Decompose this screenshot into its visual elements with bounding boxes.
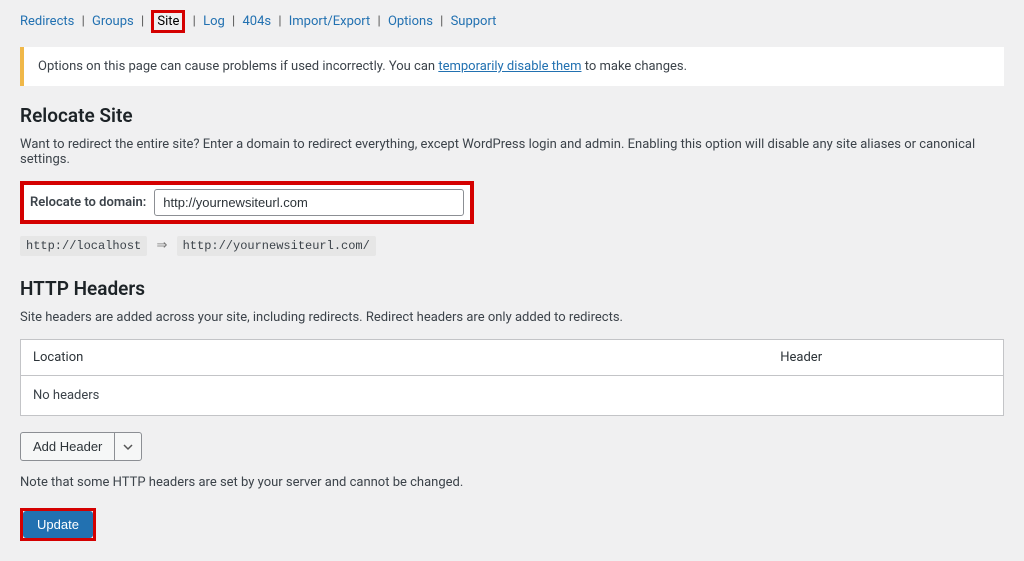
headers-heading: HTTP Headers	[20, 277, 1004, 300]
tab-groups[interactable]: Groups	[92, 14, 134, 29]
arrow-icon: ⇒	[156, 238, 167, 253]
relocate-domain-input[interactable]	[154, 189, 464, 216]
warning-notice: Options on this page can cause problems …	[20, 47, 1004, 86]
relocate-label: Relocate to domain:	[30, 195, 146, 210]
col-header: Header	[780, 350, 991, 365]
tab-site-highlight: Site	[151, 10, 185, 33]
tab-options[interactable]: Options	[388, 14, 433, 29]
headers-note: Note that some HTTP headers are set by y…	[20, 475, 1004, 490]
tab-redirects[interactable]: Redirects	[20, 14, 74, 29]
notice-link[interactable]: temporarily disable them	[438, 59, 581, 74]
relocate-description: Want to redirect the entire site? Enter …	[20, 137, 1004, 167]
headers-description: Site headers are added across your site,…	[20, 310, 1004, 325]
add-header-dropdown[interactable]: Add Header	[20, 432, 142, 461]
update-highlight-box: Update	[20, 508, 96, 541]
notice-prefix: Options on this page can cause problems …	[38, 59, 438, 74]
tab-bar: Redirects | Groups | Site | Log | 404s |…	[20, 10, 1004, 33]
notice-suffix: to make changes.	[581, 59, 687, 74]
tab-log[interactable]: Log	[203, 14, 225, 29]
add-header-button[interactable]: Add Header	[21, 433, 114, 460]
tab-404s[interactable]: 404s	[242, 14, 271, 29]
chevron-down-icon[interactable]	[114, 433, 141, 460]
headers-table: Location Header No headers	[20, 339, 1004, 416]
tab-support[interactable]: Support	[451, 14, 497, 29]
relocate-example: http://localhost ⇒ http://yournewsiteurl…	[20, 238, 1004, 253]
table-empty-row: No headers	[21, 376, 1003, 415]
example-from: http://localhost	[20, 236, 147, 256]
tab-import-export[interactable]: Import/Export	[289, 14, 371, 29]
tab-site[interactable]: Site	[157, 14, 179, 29]
col-location: Location	[33, 350, 780, 365]
update-button[interactable]: Update	[23, 511, 93, 538]
relocate-highlight-box: Relocate to domain:	[20, 181, 474, 224]
relocate-heading: Relocate Site	[20, 104, 1004, 127]
table-header-row: Location Header	[21, 340, 1003, 376]
example-to: http://yournewsiteurl.com/	[177, 236, 376, 256]
